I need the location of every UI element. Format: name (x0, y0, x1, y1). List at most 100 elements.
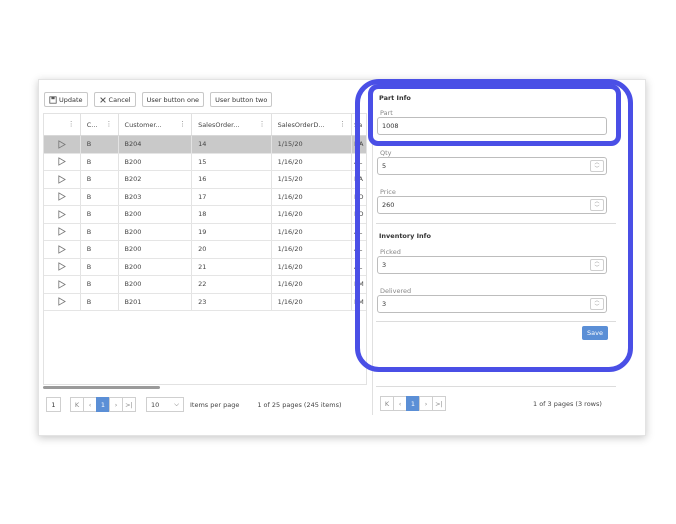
cell-salesorder: 21 (192, 258, 272, 275)
column-header-salesorder[interactable]: SalesOrder... ⋮ (192, 114, 272, 135)
column-header-company[interactable]: C... ⋮ (81, 114, 119, 135)
play-icon[interactable] (44, 171, 81, 188)
cell-company: B (81, 136, 119, 153)
chevron-right-icon: › (424, 399, 428, 408)
form-divider (376, 386, 616, 387)
first-page-button[interactable]: K (380, 396, 394, 411)
cell-customer: B200 (119, 153, 193, 170)
cell-salesorder: 14 (192, 136, 272, 153)
cell-salesorderdate: 1/15/20 (272, 136, 353, 153)
chevron-down-icon: ⌵ (174, 400, 179, 408)
cell-customer: B201 (119, 293, 193, 310)
column-menu-icon[interactable]: ⋮ (339, 120, 346, 128)
last-page-icon: >| (125, 400, 133, 409)
save-icon (49, 95, 57, 104)
cell-customer: B204 (119, 136, 193, 153)
play-icon[interactable] (44, 206, 81, 223)
table-row[interactable]: B B200 15 1/16/20 AL (44, 153, 366, 171)
chevron-left-icon: ‹ (88, 400, 92, 409)
cell-salesorderdate: 1/16/20 (272, 223, 353, 240)
column-menu-icon[interactable]: ⋮ (259, 120, 266, 128)
first-page-button[interactable]: K (70, 397, 84, 412)
play-icon[interactable] (44, 223, 81, 240)
cell-company: B (81, 223, 119, 240)
close-icon (99, 96, 106, 103)
cell-customer: B200 (119, 241, 193, 258)
play-icon[interactable] (44, 241, 81, 258)
play-icon[interactable] (44, 136, 81, 153)
table-row[interactable]: B B200 20 1/16/20 AL (44, 241, 366, 259)
user-button-one[interactable]: User button one (141, 92, 205, 107)
cancel-button[interactable]: Cancel (93, 92, 136, 107)
cell-customer: B200 (119, 223, 193, 240)
grid-header: ⋮ C... ⋮ Customer... ⋮ SalesOrder... ⋮ Sale… (44, 114, 366, 136)
highlight-outline-part-info (368, 84, 621, 146)
play-icon[interactable] (44, 188, 81, 205)
cell-company: B (81, 276, 119, 293)
cell-salesorder: 15 (192, 153, 272, 170)
current-page-button[interactable]: 1 (96, 397, 110, 412)
pager-page-box[interactable]: 1 (46, 397, 61, 412)
user-button-two[interactable]: User button two (210, 92, 273, 107)
page-size-value: 10 (151, 400, 160, 409)
page-size-select[interactable]: 10 ⌵ (146, 397, 184, 412)
cell-salesorder: 23 (192, 293, 272, 310)
column-menu-icon[interactable]: ⋮ (106, 120, 113, 128)
play-icon[interactable] (44, 153, 81, 170)
column-menu-icon[interactable]: ⋮ (68, 120, 75, 128)
table-row[interactable]: B B200 19 1/16/20 AL (44, 223, 366, 241)
next-page-button[interactable]: › (109, 397, 123, 412)
table-row[interactable]: B B200 22 1/16/20 EM (44, 276, 366, 294)
cell-salesorderdate: 1/16/20 (272, 258, 353, 275)
table-row[interactable]: B B200 18 1/16/20 BO (44, 206, 366, 224)
table-row[interactable]: B B200 21 1/16/20 AL (44, 258, 366, 276)
user-button-two-label: User button two (215, 95, 268, 104)
column-menu-icon[interactable]: ⋮ (179, 120, 186, 128)
table-row[interactable]: B B203 17 1/16/20 BO (44, 188, 366, 206)
form-pager-summary: 1 of 3 pages (3 rows) (533, 400, 602, 408)
cell-company: B (81, 241, 119, 258)
prev-page-button[interactable]: ‹ (393, 396, 407, 411)
table-row[interactable]: B B201 23 1/16/20 EM (44, 293, 366, 311)
chevron-right-icon: › (114, 400, 118, 409)
cell-company: B (81, 258, 119, 275)
column-header-salesorderdate[interactable]: SalesOrderD... ⋮ (272, 114, 353, 135)
last-page-button[interactable]: >| (122, 397, 136, 412)
grid-body: B B204 14 1/15/20 HA B B200 15 1/16/20 AL B B202 16 1… (44, 136, 366, 311)
pager-summary: 1 of 25 pages (245 items) (257, 400, 342, 409)
cell-company: B (81, 153, 119, 170)
play-icon[interactable] (44, 293, 81, 310)
column-header-command[interactable]: ⋮ (44, 114, 81, 135)
cell-company: B (81, 171, 119, 188)
prev-page-button[interactable]: ‹ (83, 397, 97, 412)
cancel-label: Cancel (108, 95, 131, 104)
current-page-button[interactable]: 1 (406, 396, 420, 411)
cell-salesorderdate: 1/16/20 (272, 293, 353, 310)
last-page-icon: >| (435, 399, 443, 408)
play-icon[interactable] (44, 276, 81, 293)
cell-customer: B200 (119, 276, 193, 293)
cell-customer: B200 (119, 206, 193, 223)
items-per-page-label: Items per page (190, 400, 240, 409)
cell-salesorder: 22 (192, 276, 272, 293)
play-icon[interactable] (44, 258, 81, 275)
last-page-button[interactable]: >| (432, 396, 446, 411)
next-page-button[interactable]: › (419, 396, 433, 411)
first-page-icon: K (74, 400, 80, 409)
table-row[interactable]: B B204 14 1/15/20 HA (44, 136, 366, 154)
cell-salesorderdate: 1/16/20 (272, 206, 353, 223)
chevron-left-icon: ‹ (398, 399, 402, 408)
cell-salesorder: 18 (192, 206, 272, 223)
column-header-customer[interactable]: Customer... ⋮ (119, 114, 193, 135)
update-button[interactable]: Update (44, 92, 88, 107)
cell-salesorder: 19 (192, 223, 272, 240)
horizontal-scrollbar[interactable] (43, 386, 160, 389)
cell-salesorder: 17 (192, 188, 272, 205)
form-pager: K ‹ 1 › >| (380, 396, 446, 411)
cell-salesorder: 20 (192, 241, 272, 258)
cell-customer: B203 (119, 188, 193, 205)
table-row[interactable]: B B202 16 1/15/20 BA (44, 171, 366, 189)
toolbar: Update Cancel User button one User butto… (44, 92, 273, 107)
cell-company: B (81, 206, 119, 223)
cell-company: B (81, 188, 119, 205)
